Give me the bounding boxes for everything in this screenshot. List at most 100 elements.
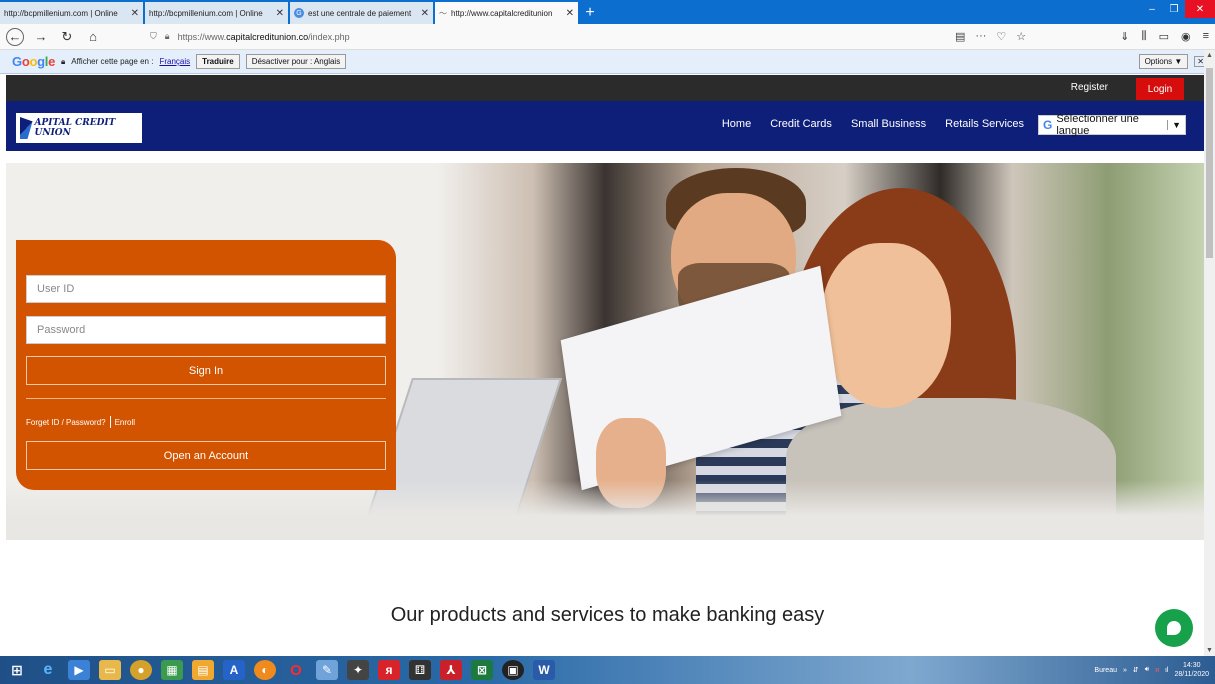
scroll-up-icon[interactable]: ▲ bbox=[1206, 52, 1213, 59]
login-divider bbox=[26, 398, 386, 399]
app-icon-dark[interactable]: ✦ bbox=[347, 660, 369, 680]
browser-tab-4[interactable]: 〜 http://www.capitalcreditunion ✕ bbox=[435, 2, 578, 24]
reader-view-icon[interactable]: ▤ bbox=[955, 30, 965, 43]
site-header: APITAL CREDIT UNION Home Credit Cards Sm… bbox=[6, 101, 1204, 151]
tab-close-icon[interactable]: ✕ bbox=[421, 8, 429, 19]
hamburger-menu-icon[interactable]: ≡ bbox=[1203, 30, 1209, 43]
network-icon[interactable]: ⇵ bbox=[1133, 666, 1139, 674]
signal-icon[interactable]: ıl bbox=[1165, 667, 1169, 674]
google-logo: Google bbox=[12, 54, 56, 69]
account-icon[interactable]: ◉ bbox=[1181, 30, 1191, 43]
volume-icon[interactable]: 🔊︎ bbox=[1145, 666, 1149, 674]
language-select[interactable]: G Sélectionner une langue ▼ bbox=[1038, 113, 1186, 137]
browser-tab-3[interactable]: G est une centrale de paiement ✕ bbox=[290, 2, 433, 24]
pocket-icon[interactable]: ♡ bbox=[996, 30, 1006, 43]
home-icon[interactable]: ⌂ bbox=[84, 28, 102, 46]
tab-close-icon[interactable]: ✕ bbox=[566, 8, 574, 19]
chat-button[interactable] bbox=[1155, 609, 1193, 647]
clock[interactable]: 14:30 28/11/2020 bbox=[1174, 661, 1209, 679]
enroll-link[interactable]: Enroll bbox=[115, 418, 135, 427]
maximize-icon[interactable]: ❐ bbox=[1163, 0, 1185, 18]
translate-language-link[interactable]: Français bbox=[159, 57, 190, 66]
eagle-logo-icon bbox=[20, 117, 33, 139]
lock-icon[interactable]: 🔒︎ bbox=[165, 31, 170, 42]
back-arrow-icon[interactable]: ← bbox=[6, 27, 24, 46]
login-panel: User ID Password Sign In Forget ID / Pas… bbox=[16, 240, 396, 490]
clock-time: 14:30 bbox=[1182, 662, 1201, 669]
tab-title: http://bcpmillenium.com | Online bbox=[149, 8, 263, 18]
translate-prompt: Afficher cette page en : bbox=[71, 57, 154, 66]
file-explorer-icon[interactable]: ▭ bbox=[99, 660, 121, 680]
app-icon-gold[interactable]: ● bbox=[130, 660, 152, 680]
menu-item-small-business[interactable]: Small Business bbox=[851, 118, 926, 130]
new-tab-button[interactable]: + bbox=[580, 2, 600, 24]
forward-arrow-icon[interactable]: → bbox=[32, 28, 50, 46]
excel-icon[interactable]: ⊠ bbox=[471, 660, 493, 680]
toolbar-right: ⇓ ⫼ ▭ ◉ ≡ bbox=[1120, 30, 1209, 43]
system-tray: Bureau » ⇵ 🔊︎ ᴙ ıl 14:30 28/11/2020 bbox=[1094, 656, 1209, 684]
browser-tab-1[interactable]: http://bcpmillenium.com | Online ✕ bbox=[0, 2, 143, 24]
tray-expand-icon[interactable]: » bbox=[1123, 667, 1127, 674]
app-icon-monitor[interactable]: ▣ bbox=[502, 660, 524, 680]
menu-item-retails-services[interactable]: Retails Services bbox=[945, 118, 1024, 130]
tray-label[interactable]: Bureau bbox=[1094, 667, 1117, 674]
page-scrollbar[interactable]: ▲ ▼ bbox=[1204, 50, 1215, 656]
app-icon-dice[interactable]: ⚅ bbox=[409, 660, 431, 680]
menu-item-home[interactable]: Home bbox=[722, 118, 751, 130]
tab-loading-icon: 〜 bbox=[439, 8, 447, 18]
scroll-down-icon[interactable]: ▼ bbox=[1206, 647, 1213, 654]
app-icon-photos[interactable]: ▦ bbox=[161, 660, 183, 680]
scrollbar-thumb[interactable] bbox=[1206, 68, 1213, 258]
url-actions: ▤ ··· ♡ ☆ bbox=[955, 30, 1026, 43]
tab-close-icon[interactable]: ✕ bbox=[131, 8, 139, 19]
avira-tray-icon[interactable]: ᴙ bbox=[1155, 667, 1159, 674]
tab-title: est une centrale de paiement bbox=[308, 8, 412, 18]
reload-icon[interactable]: ↻ bbox=[58, 28, 76, 46]
library-icon[interactable]: ⫼ bbox=[1142, 30, 1147, 43]
word-icon[interactable]: W bbox=[533, 660, 555, 680]
translate-button[interactable]: Traduire bbox=[196, 54, 240, 69]
page-actions-icon[interactable]: ··· bbox=[975, 30, 986, 43]
browser-tab-2[interactable]: http://bcpmillenium.com | Online ✕ bbox=[145, 2, 288, 24]
language-select-label: Sélectionner une langue bbox=[1056, 113, 1139, 137]
shield-icon[interactable]: ⛉ bbox=[150, 31, 157, 42]
internet-explorer-icon[interactable]: e bbox=[37, 660, 59, 680]
avira-icon[interactable]: ᴙ bbox=[378, 660, 400, 680]
link-separator bbox=[109, 416, 111, 428]
forget-password-link[interactable]: Forget ID / Password? bbox=[26, 418, 106, 427]
acrobat-icon[interactable]: ⅄ bbox=[440, 660, 462, 680]
sidebar-icon[interactable]: ▭ bbox=[1159, 30, 1169, 43]
download-icon[interactable]: ⇓ bbox=[1120, 30, 1129, 43]
password-input[interactable]: Password bbox=[26, 316, 386, 344]
login-button[interactable]: Login bbox=[1136, 78, 1184, 100]
opera-icon[interactable]: O bbox=[285, 660, 307, 680]
url-bar[interactable]: ⛉ 🔒︎ https://www.capitalcreditunion.co/i… bbox=[150, 27, 1030, 47]
window-close-icon[interactable]: ✕ bbox=[1185, 0, 1215, 18]
browser-navbar: ← → ↻ ⌂ ⛉ 🔒︎ https://www.capitalcreditun… bbox=[0, 24, 1215, 50]
app-icon-a[interactable]: A bbox=[223, 660, 245, 680]
tab-close-icon[interactable]: ✕ bbox=[276, 8, 284, 19]
products-heading: Our products and services to make bankin… bbox=[390, 604, 825, 626]
minimize-icon[interactable]: – bbox=[1141, 0, 1163, 18]
lock-icon: 🔒︎ bbox=[61, 56, 66, 66]
browser-tabstrip: http://bcpmillenium.com | Online ✕ http:… bbox=[0, 0, 1215, 24]
windows-start-icon[interactable]: ⊞ bbox=[6, 660, 28, 680]
window-controls: – ❐ ✕ bbox=[1141, 0, 1215, 18]
media-player-icon[interactable]: ▶ bbox=[68, 660, 90, 680]
user-id-input[interactable]: User ID bbox=[26, 275, 386, 303]
bookmark-star-icon[interactable]: ☆ bbox=[1016, 30, 1026, 43]
disable-translate-button[interactable]: Désactiver pour : Anglais bbox=[245, 54, 347, 69]
translate-options-button[interactable]: Options ▼ bbox=[1138, 54, 1189, 69]
sign-in-button[interactable]: Sign In bbox=[26, 356, 386, 385]
chat-icon bbox=[1167, 621, 1181, 635]
app-icon-notes[interactable]: ✎ bbox=[316, 660, 338, 680]
register-link[interactable]: Register bbox=[1071, 82, 1108, 93]
app-icon-folder[interactable]: ▤ bbox=[192, 660, 214, 680]
capital-credit-union-logo[interactable]: APITAL CREDIT UNION bbox=[16, 113, 142, 143]
screen: http://bcpmillenium.com | Online ✕ http:… bbox=[0, 0, 1215, 684]
site-utility-bar: Register Login bbox=[6, 75, 1204, 101]
app-icon-orange[interactable]: ◐ bbox=[254, 660, 276, 680]
clock-date: 28/11/2020 bbox=[1174, 671, 1209, 678]
open-account-button[interactable]: Open an Account bbox=[26, 441, 386, 470]
menu-item-credit-cards[interactable]: Credit Cards bbox=[770, 118, 832, 130]
